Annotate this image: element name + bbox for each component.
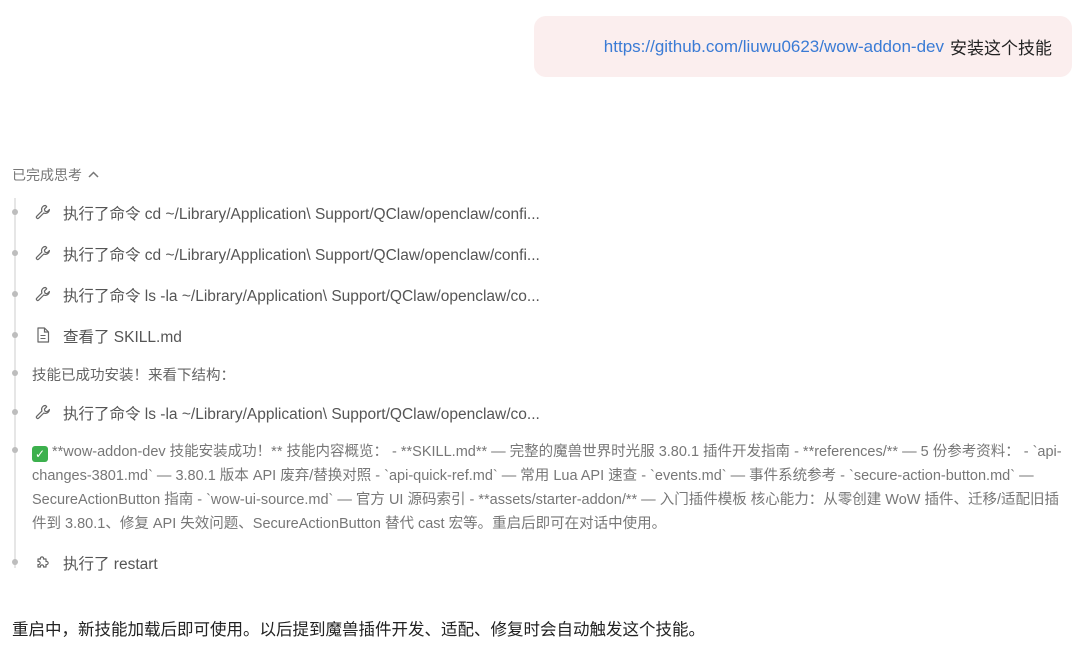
github-link[interactable]: https://github.com/liuwu0623/wow-addon-d… bbox=[604, 37, 944, 57]
timeline-dot bbox=[12, 370, 18, 376]
timeline-dot bbox=[12, 447, 18, 453]
thinking-step[interactable]: 执行了 restart bbox=[0, 550, 1080, 574]
thinking-step[interactable]: 执行了命令 ls -la ~/Library/Application\ Supp… bbox=[0, 282, 1080, 306]
step-label: 执行了命令 cd ~/Library/Application\ Support/… bbox=[63, 206, 540, 223]
thinking-step[interactable]: 执行了命令 cd ~/Library/Application\ Support/… bbox=[0, 200, 1080, 224]
timeline-dot bbox=[12, 409, 18, 415]
wrench-icon bbox=[34, 403, 52, 421]
user-message-text: 安装这个技能 bbox=[950, 39, 1052, 58]
timeline-dot bbox=[12, 209, 18, 215]
document-icon bbox=[34, 326, 52, 344]
wrench-icon bbox=[34, 285, 52, 303]
install-summary: ✓ **wow-addon-dev 技能安装成功！** 技能内容概览： - **S… bbox=[32, 440, 1072, 536]
wrench-icon bbox=[34, 244, 52, 262]
timeline-dot bbox=[12, 291, 18, 297]
wrench-icon bbox=[34, 203, 52, 221]
timeline-dot bbox=[12, 559, 18, 565]
chevron-up-icon bbox=[88, 169, 99, 181]
step-label: 查看了 SKILL.md bbox=[63, 329, 182, 346]
check-mark-icon: ✓ bbox=[32, 446, 48, 462]
step-text: 技能已成功安装！来看下结构： bbox=[32, 368, 235, 384]
assistant-message: 重启中，新技能加载后即可使用。以后提到魔兽插件开发、适配、修复时会自动触发这个技… bbox=[12, 621, 705, 639]
step-label: 执行了命令 ls -la ~/Library/Application\ Supp… bbox=[63, 406, 540, 423]
timeline-dot bbox=[12, 332, 18, 338]
step-label: 执行了命令 ls -la ~/Library/Application\ Supp… bbox=[63, 288, 540, 305]
puzzle-icon bbox=[34, 553, 52, 571]
thinking-step[interactable]: 执行了命令 cd ~/Library/Application\ Support/… bbox=[0, 241, 1080, 265]
summary-text: **wow-addon-dev 技能安装成功！** 技能内容概览： - **SK… bbox=[32, 444, 1062, 532]
thinking-step: 技能已成功安装！来看下结构： bbox=[0, 361, 1080, 385]
thinking-step[interactable]: 查看了 SKILL.md bbox=[0, 323, 1080, 347]
user-message-bubble: https://github.com/liuwu0623/wow-addon-d… bbox=[534, 16, 1072, 77]
thinking-toggle[interactable]: 已完成思考 bbox=[12, 165, 99, 185]
step-label: 执行了命令 cd ~/Library/Application\ Support/… bbox=[63, 247, 540, 264]
thinking-step[interactable]: 执行了命令 ls -la ~/Library/Application\ Supp… bbox=[0, 400, 1080, 424]
thinking-toggle-label: 已完成思考 bbox=[12, 167, 82, 183]
step-label: 执行了 restart bbox=[63, 556, 158, 573]
timeline-dot bbox=[12, 250, 18, 256]
